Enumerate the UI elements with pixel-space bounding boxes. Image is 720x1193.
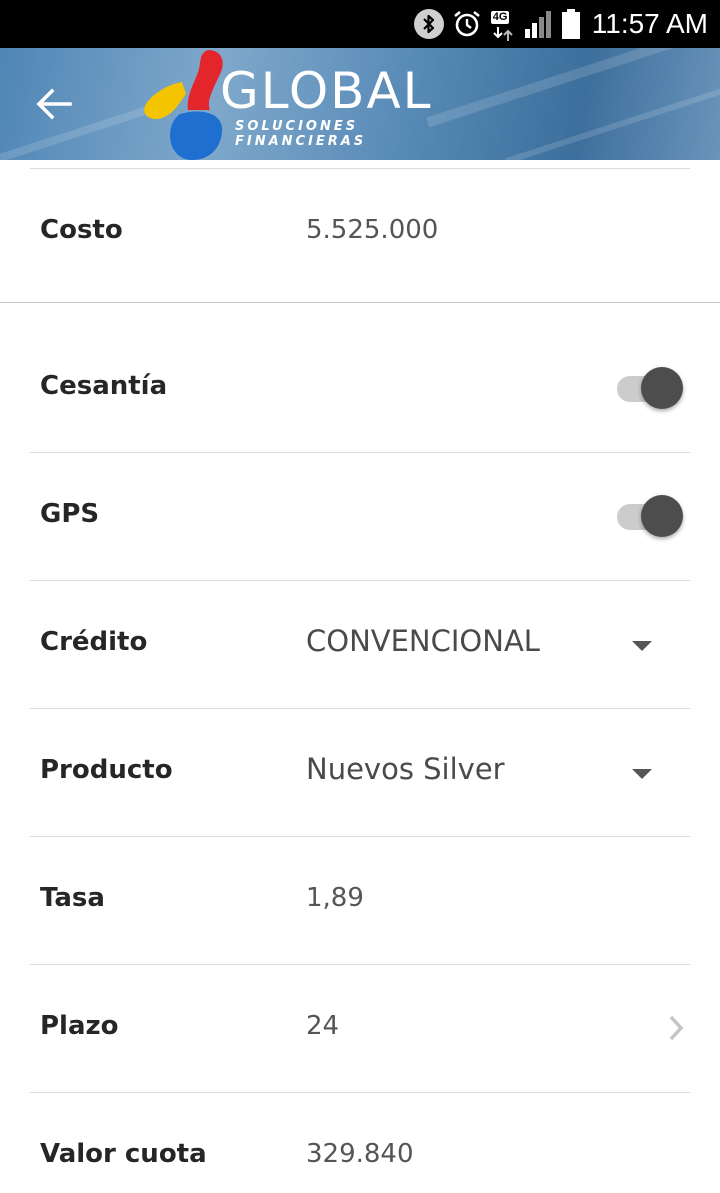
cesantia-toggle[interactable]: [617, 367, 685, 411]
brand-logo: GLOBAL SOLUCIONES FINANCIERAS: [140, 48, 490, 160]
arrow-left-icon: [36, 88, 72, 120]
bluetooth-icon: [413, 9, 444, 39]
dropdown-arrow-icon[interactable]: [632, 769, 652, 779]
alarm-icon: [452, 9, 482, 39]
cesantia-label: Cesantía: [40, 371, 168, 401]
battery-icon: [561, 9, 580, 39]
producto-label: Producto: [40, 755, 173, 785]
plazo-label: Plazo: [40, 1011, 119, 1041]
toggle-thumb: [641, 495, 683, 537]
producto-select[interactable]: Nuevos Silver: [306, 752, 505, 786]
tasa-value: 1,89: [306, 883, 364, 913]
costo-value: 5.525.000: [306, 215, 439, 245]
form-row-credito[interactable]: Crédito CONVENCIONAL: [0, 581, 720, 708]
form-row-plazo[interactable]: Plazo 24: [0, 965, 720, 1092]
valor-cuota-label: Valor cuota: [40, 1139, 207, 1169]
logo-tagline: SOLUCIONES FINANCIERAS: [235, 119, 367, 149]
status-time: 11:57 AM: [591, 8, 708, 39]
status-icons: 4G 11:57 AM: [413, 0, 708, 48]
app-bar: GLOBAL SOLUCIONES FINANCIERAS: [0, 48, 720, 160]
form-row-valor-cuota: Valor cuota 329.840: [0, 1093, 720, 1193]
logo-wordmark: GLOBAL: [220, 62, 433, 120]
status-bar: 4G 11:57 AM: [0, 0, 720, 48]
valor-cuota-value: 329.840: [306, 1139, 414, 1169]
form-row-producto[interactable]: Producto Nuevos Silver: [0, 709, 720, 836]
dropdown-arrow-icon[interactable]: [632, 641, 652, 651]
chevron-right-icon[interactable]: [666, 1013, 688, 1043]
gps-toggle[interactable]: [617, 495, 685, 539]
logo-mark-icon: [144, 50, 223, 160]
form-row-costo: Costo 5.525.000: [0, 168, 720, 302]
tasa-label: Tasa: [40, 883, 105, 913]
costo-label: Costo: [40, 215, 123, 245]
credito-select[interactable]: CONVENCIONAL: [306, 624, 540, 658]
gps-label: GPS: [40, 499, 100, 529]
form-row-cesantia: Cesantía: [0, 303, 720, 452]
toggle-thumb: [641, 367, 683, 409]
back-button[interactable]: [26, 78, 82, 130]
signal-icon: [524, 9, 554, 39]
network-type-label: 4G: [490, 11, 510, 24]
plazo-value[interactable]: 24: [306, 1011, 339, 1041]
network-4g-icon: 4G: [490, 7, 516, 41]
form-row-tasa: Tasa 1,89: [0, 837, 720, 964]
form-row-gps: GPS: [0, 453, 720, 580]
credito-label: Crédito: [40, 627, 148, 657]
